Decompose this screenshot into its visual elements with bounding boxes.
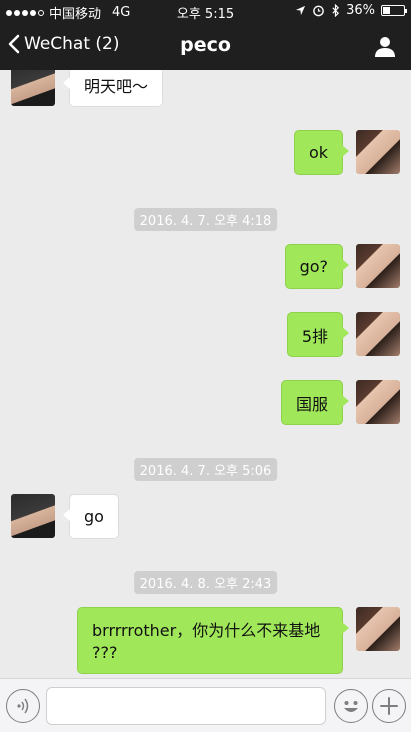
my-avatar[interactable] [356,380,400,424]
voice-toggle-button[interactable] [6,689,40,723]
message-bubble-sent[interactable]: 国服 [280,380,350,425]
smiley-icon [343,700,358,712]
battery-fill [383,7,390,14]
battery-percent: 36% [346,3,375,18]
location-arrow-icon [296,5,306,16]
my-avatar[interactable] [356,312,400,356]
more-options-button[interactable] [372,689,406,723]
message-bubble-sent[interactable]: go? [284,244,350,289]
contact-avatar[interactable] [11,70,55,106]
voice-icon [16,698,28,713]
timestamp: 2016. 4. 8. 오후 2:43 [133,571,278,594]
emoji-button[interactable] [334,689,368,723]
plus-icon [379,696,398,715]
status-bar: 中国移动 4G 오후 5:15 36% [0,0,411,22]
my-avatar[interactable] [356,130,400,174]
timestamp: 2016. 4. 7. 오후 4:18 [133,208,278,231]
chat-history[interactable]: 明天吧～ ok 2016. 4. 7. 오후 4:18 go? 5排 国服 20… [0,70,411,678]
nav-bar: WeChat (2) peco [0,22,411,70]
message-input[interactable] [46,687,326,725]
message-bubble-sent[interactable]: ok [293,130,350,175]
message-bubble-sent[interactable]: brrrrrother，你为什么不来基地 ??? [77,607,349,674]
input-bar [0,678,411,732]
my-avatar[interactable] [356,244,400,288]
battery-icon [381,5,407,16]
contact-profile-icon[interactable] [373,34,397,58]
message-bubble-received[interactable]: 明天吧～ [62,70,164,107]
contact-avatar[interactable] [11,494,55,538]
bluetooth-icon [332,4,340,17]
timestamp: 2016. 4. 7. 오후 5:06 [133,458,278,481]
alarm-icon [313,5,324,17]
chat-title: peco [180,34,231,56]
message-bubble-received[interactable]: go [63,494,119,539]
my-avatar[interactable] [356,607,400,651]
status-right: 36% [295,3,407,18]
message-bubble-sent[interactable]: 5排 [286,312,350,357]
